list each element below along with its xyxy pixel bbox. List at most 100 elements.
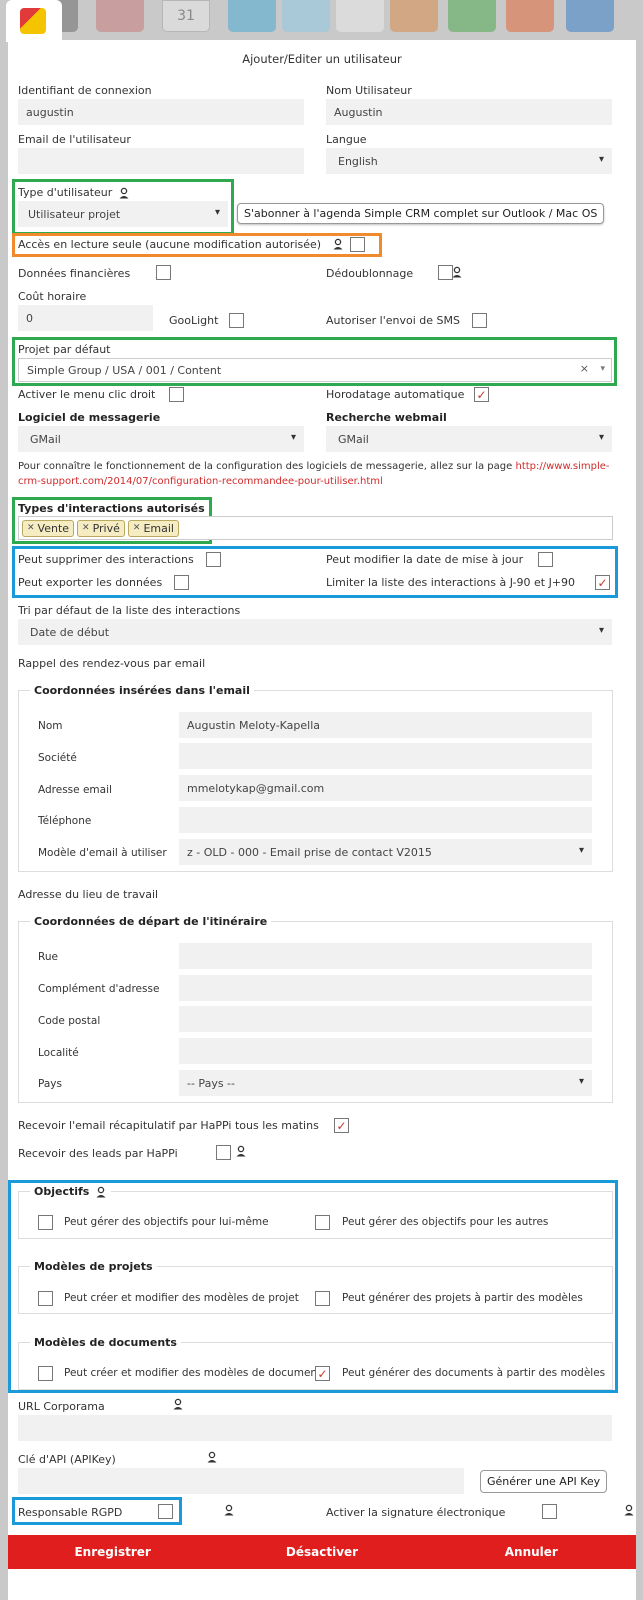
coord-email-input[interactable]: mmelotykap@gmail.com [179, 775, 592, 801]
coord-name-label: Nom [38, 720, 63, 732]
building-icon[interactable] [96, 0, 144, 32]
mail-help-text-line1: Pour connaître le fonctionnement de la c… [18, 461, 610, 472]
timestamp-label: Horodatage automatique [326, 388, 465, 401]
username-input[interactable]: Augustin [326, 99, 612, 125]
sort-select[interactable]: Date de début [18, 619, 612, 645]
city-input[interactable] [179, 1038, 592, 1064]
logo-tab[interactable] [6, 0, 62, 42]
user-icon [623, 1504, 635, 1516]
tools-icon[interactable] [506, 0, 554, 32]
goolight-checkbox[interactable] [229, 313, 244, 328]
user-icon [235, 1145, 247, 1157]
postal-code-input[interactable] [179, 1006, 592, 1032]
default-project-value: Simple Group / USA / 001 / Content [27, 363, 222, 377]
language-select[interactable]: English [326, 148, 612, 174]
login-input[interactable]: augustin [18, 99, 304, 125]
timestamp-checkbox[interactable]: ✓ [474, 387, 489, 402]
app-logo [20, 8, 46, 34]
coord-template-select[interactable]: z - OLD - 000 - Email prise de contact V… [179, 839, 592, 865]
corporama-input[interactable] [18, 1415, 612, 1441]
help-icon[interactable] [566, 0, 614, 32]
can-delete-checkbox[interactable] [206, 552, 221, 567]
apikey-input[interactable] [18, 1468, 464, 1494]
right-click-label: Activer le menu clic droit [18, 388, 156, 401]
readonly-label: Accès en lecture seule (aucune modificat… [18, 238, 322, 251]
interaction-tag-email[interactable]: ✕ Email [127, 519, 179, 537]
doc-generate-checkbox[interactable]: ✓ [315, 1366, 330, 1381]
mail-software-select[interactable]: GMail [18, 426, 304, 452]
dedup-label: Dédoublonnage [326, 267, 414, 280]
goolight-label: GooLight [169, 314, 219, 327]
sort-label: Tri par défaut de la liste des interacti… [18, 604, 241, 617]
chevron-down-icon[interactable]: ▾ [600, 364, 605, 374]
modal-footer: Enregistrer Désactiver Annuler [8, 1535, 636, 1569]
can-export-checkbox[interactable] [174, 575, 189, 590]
search-icon[interactable] [282, 0, 330, 32]
obj-others-label: Peut gérer des objectifs pour les autres [342, 1216, 549, 1228]
remove-tag-icon[interactable]: ✕ [27, 523, 35, 533]
clear-icon[interactable]: × [580, 362, 589, 375]
list-icon[interactable] [228, 0, 276, 32]
doc-edit-checkbox[interactable] [38, 1366, 53, 1381]
coord-email-label: Adresse email [38, 784, 112, 796]
interaction-tag-prive[interactable]: ✕ Privé [77, 519, 125, 537]
mail-software-value: GMail [30, 432, 61, 446]
proj-generate-checkbox[interactable] [315, 1291, 330, 1306]
remove-tag-icon[interactable]: ✕ [82, 523, 90, 533]
sms-checkbox[interactable] [472, 313, 487, 328]
obj-self-checkbox[interactable] [38, 1215, 53, 1230]
coord-company-input[interactable] [179, 743, 592, 769]
help-link-part1[interactable]: http://www.simple- [515, 461, 609, 472]
remove-tag-icon[interactable]: ✕ [133, 523, 141, 533]
complement-input[interactable] [179, 975, 592, 1001]
email-coords-legend: Coordonnées insérées dans l'email [30, 684, 254, 697]
limit-list-checkbox[interactable]: ✓ [595, 575, 610, 590]
deactivate-button[interactable]: Désactiver [217, 1545, 426, 1559]
login-label: Identifiant de connexion [18, 84, 152, 97]
interaction-types-multiselect[interactable]: ✕ Vente ✕ Privé ✕ Email [18, 516, 613, 540]
user-type-label-wrap: Type d'utilisateur [18, 186, 130, 199]
complement-label: Complément d'adresse [38, 983, 160, 995]
dedup-checkbox[interactable] [438, 265, 453, 280]
rgpd-checkbox[interactable] [158, 1504, 173, 1519]
webmail-select[interactable]: GMail [326, 426, 612, 452]
coord-phone-input[interactable] [179, 807, 592, 833]
email-input[interactable] [18, 148, 304, 174]
country-select[interactable]: -- Pays -- [179, 1070, 592, 1096]
subscribe-calendar-tooltip[interactable]: S'abonner à l'agenda Simple CRM complet … [237, 203, 605, 224]
webmail-value: GMail [338, 432, 369, 446]
right-click-checkbox[interactable] [169, 387, 184, 402]
country-label: Pays [38, 1078, 62, 1090]
app-toolbar: 31 [0, 0, 643, 38]
coord-name-input[interactable]: Augustin Meloty-Kapella [179, 712, 592, 738]
leads-checkbox[interactable] [216, 1145, 231, 1160]
can-modify-date-checkbox[interactable] [538, 552, 553, 567]
street-input[interactable] [179, 943, 592, 969]
help-link-part2[interactable]: crm-support.com/2014/07/configuration-re… [18, 476, 383, 487]
generate-api-key-button[interactable]: Générer une API Key [480, 1470, 608, 1493]
readonly-checkbox[interactable] [350, 237, 365, 252]
rgpd-label: Responsable RGPD [18, 1506, 123, 1519]
hourly-cost-input[interactable]: 0 [18, 305, 153, 331]
daily-email-checkbox[interactable]: ✓ [334, 1118, 349, 1133]
calendar-icon[interactable]: 31 [162, 0, 210, 32]
financial-checkbox[interactable] [156, 265, 171, 280]
proj-edit-checkbox[interactable] [38, 1291, 53, 1306]
esign-checkbox[interactable] [542, 1504, 557, 1519]
limit-list-label: Limiter la liste des interactions à J-90… [326, 576, 576, 589]
interaction-tag-vente[interactable]: ✕ Vente [22, 519, 75, 537]
objectives-legend-wrap: Objectifs [30, 1185, 112, 1198]
default-project-select[interactable]: Simple Group / USA / 001 / Content × ▾ [18, 358, 612, 382]
doc-edit-label: Peut créer et modifier des modèles de do… [64, 1367, 322, 1379]
coord-company-label: Société [38, 752, 77, 764]
workplace-label: Adresse du lieu de travail [18, 888, 159, 901]
user-type-select[interactable]: Utilisateur projet [18, 201, 228, 227]
obj-others-checkbox[interactable] [315, 1215, 330, 1230]
financial-label: Données financières [18, 267, 131, 280]
save-button[interactable]: Enregistrer [8, 1545, 217, 1559]
document-icon[interactable] [336, 0, 384, 32]
briefcase-icon[interactable] [448, 0, 496, 32]
doc-generate-label: Peut générer des documents à partir des … [342, 1367, 606, 1379]
chart-icon[interactable] [390, 0, 438, 32]
cancel-button[interactable]: Annuler [427, 1545, 636, 1559]
